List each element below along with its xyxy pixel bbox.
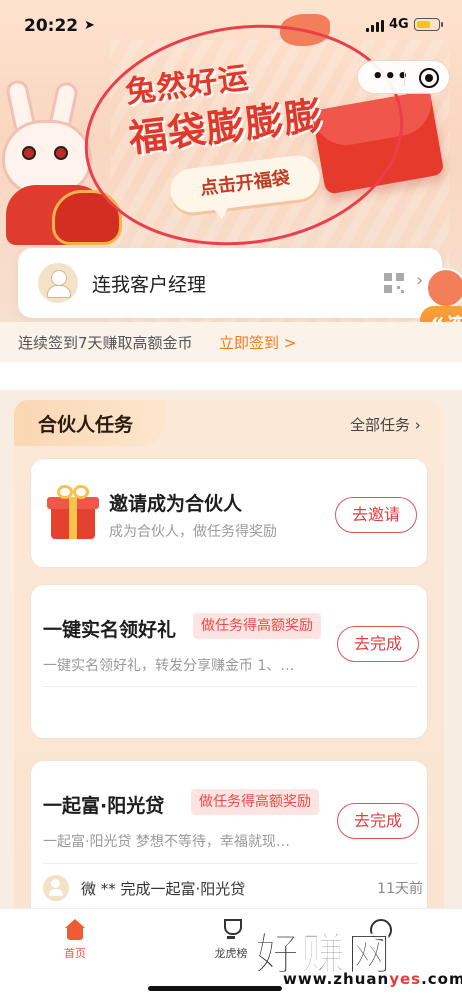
feed-text: 微 ** 完成一起富·阳光贷: [81, 880, 246, 898]
qr-code-icon[interactable]: [384, 273, 404, 293]
invite-button[interactable]: 去邀请: [335, 497, 417, 533]
site-watermark: 好赚网 www.zhuanyes.com: [255, 918, 462, 994]
task-card-realname[interactable]: 一键实名领好礼 做任务得高额奖励 一键实名领好礼，转发分享赚金币 1、… 去完成: [30, 584, 428, 739]
feed-time: 11天前: [377, 881, 423, 897]
status-bar: 20:22 ➤ 4G: [0, 0, 462, 52]
signin-text: 连续签到7天赚取高额金币: [18, 334, 193, 352]
home-indicator: [148, 986, 282, 991]
miniprogram-capsule: •••: [357, 60, 450, 94]
location-arrow-icon: ➤: [84, 18, 95, 33]
signin-banner[interactable]: 连续签到7天赚取高额金币 立即签到 >: [0, 322, 462, 362]
reward-badge: 做任务得高额奖励: [191, 789, 319, 815]
completion-feed-row: 微 ** 完成一起富·阳光贷 11天前: [43, 873, 423, 903]
task-card-loan[interactable]: 一起富·阳光贷 做任务得高额奖励 一起富·阳光贷 梦想不等待，幸福就现… 去完成…: [30, 760, 428, 920]
signin-now-link[interactable]: 立即签到 >: [219, 332, 296, 353]
manager-avatar-icon: [38, 263, 78, 303]
manager-label: 连我客户经理: [92, 274, 207, 296]
task-title: 邀请成为合伙人: [109, 493, 243, 515]
signal-icon: [366, 20, 384, 32]
network-type: 4G: [389, 17, 409, 32]
task-title: 一键实名领好礼: [43, 619, 177, 641]
status-time: 20:22: [24, 16, 79, 36]
user-avatar-icon: [43, 875, 69, 901]
task-card-invite[interactable]: 邀请成为合伙人 成为合伙人，做任务得奖励 去邀请: [30, 458, 428, 568]
card-divider: [43, 686, 417, 687]
capsule-divider: [404, 70, 405, 86]
panel-title: 合伙人任务: [38, 414, 134, 436]
mini-mascot-icon: [426, 268, 462, 308]
close-target-icon[interactable]: [419, 68, 439, 88]
panel-tab: 合伙人任务: [14, 400, 166, 446]
task-subtitle: 成为合伙人，做任务得奖励: [109, 524, 277, 540]
home-icon: [64, 919, 86, 941]
section-gap: [0, 362, 462, 390]
trophy-icon: [220, 919, 242, 941]
task-subtitle: 一键实名领好礼，转发分享赚金币 1、…: [43, 658, 295, 674]
all-tasks-link[interactable]: 全部任务 ›: [350, 414, 421, 435]
gift-box-icon: [45, 485, 101, 539]
complete-button[interactable]: 去完成: [337, 626, 419, 662]
tab-label: 首页: [64, 947, 86, 960]
partner-task-panel: 合伙人任务 全部任务 › 邀请成为合伙人 成为合伙人，做任务得奖励 去邀请 一键…: [14, 400, 444, 930]
complete-button[interactable]: 去完成: [337, 803, 419, 839]
task-subtitle: 一起富·阳光贷 梦想不等待，幸福就现…: [43, 834, 290, 850]
card-divider: [43, 863, 417, 864]
task-title: 一起富·阳光贷: [43, 795, 165, 817]
tab-home[interactable]: 首页: [40, 919, 110, 961]
customer-manager-card[interactable]: 连我客户经理 ›: [18, 248, 442, 318]
watermark-url: www.zhuanyes.com: [283, 970, 462, 988]
reward-badge: 做任务得高额奖励: [193, 613, 321, 639]
battery-icon: [414, 18, 443, 31]
